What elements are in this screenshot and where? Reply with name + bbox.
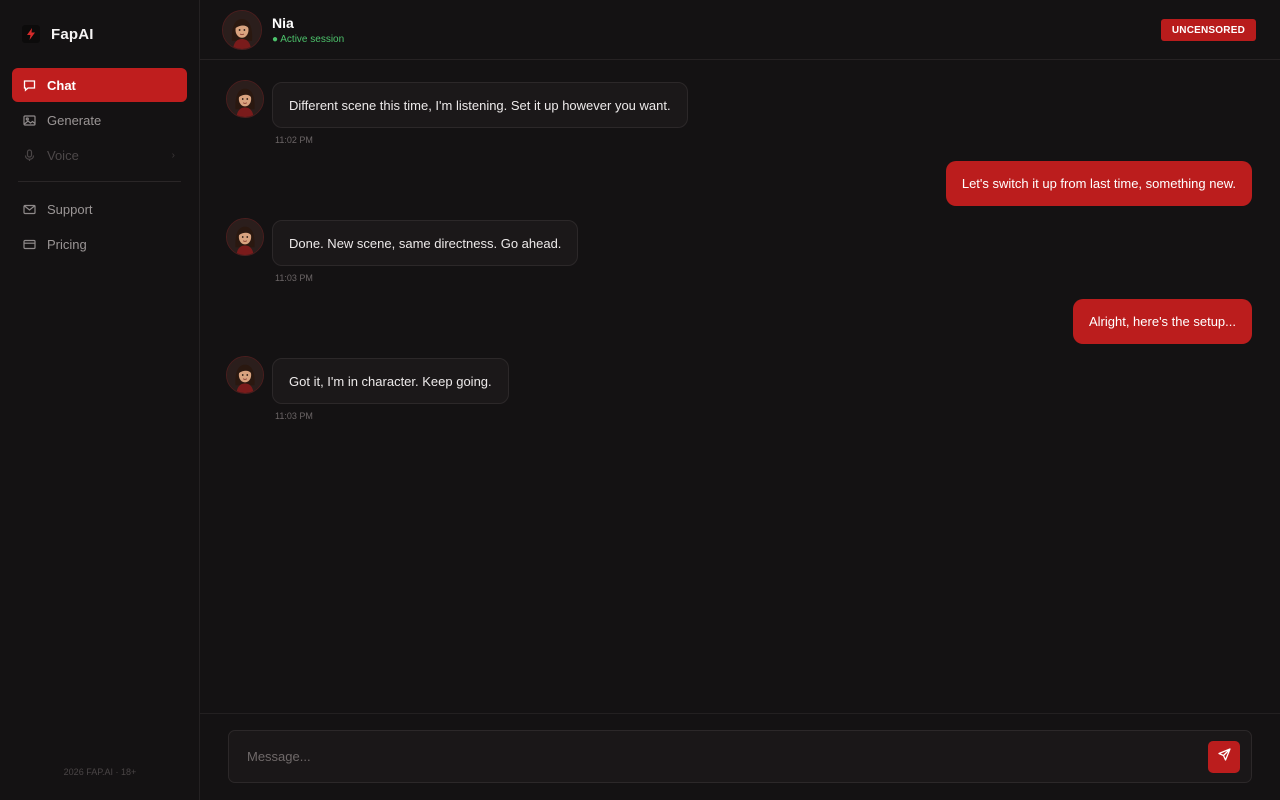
lightning-logo-icon: [22, 25, 40, 43]
sidebar-item-label: Generate: [47, 112, 102, 128]
send-icon: [1217, 748, 1231, 766]
sidebar-divider: [18, 181, 181, 182]
ai-message-bubble: Done. New scene, same directness. Go ahe…: [272, 220, 579, 266]
sidebar-item-support[interactable]: Support: [12, 192, 187, 226]
sidebar-nav: Chat Generate Voice › Support Pricing: [12, 68, 187, 262]
avatar: [226, 356, 264, 394]
sidebar-item-chat[interactable]: Chat: [12, 68, 187, 102]
brand[interactable]: FapAI: [22, 25, 94, 43]
chat-header: Nia ● Active session UNCENSORED: [200, 0, 1280, 60]
user-message-bubble: Let's switch it up from last time, somet…: [945, 161, 1252, 206]
message-timestamp: 11:03 PM: [275, 411, 313, 421]
chevron-right-icon: ›: [171, 149, 175, 161]
credit-card-icon: [23, 238, 36, 251]
image-icon: [23, 114, 36, 127]
sidebar-item-label: Voice: [47, 147, 79, 163]
uncensored-badge: UNCENSORED: [1160, 19, 1256, 41]
ai-message-bubble: Got it, I'm in character. Keep going.: [272, 358, 509, 404]
user-message-bubble: Alright, here's the setup...: [1072, 299, 1252, 344]
sidebar-item-label: Chat: [47, 77, 76, 93]
avatar: [226, 80, 264, 118]
brand-name: FapAI: [51, 25, 94, 43]
avatar[interactable]: [222, 10, 262, 50]
sidebar-item-label: Pricing: [47, 236, 87, 252]
send-button[interactable]: [1208, 741, 1240, 773]
sidebar-item-generate[interactable]: Generate: [12, 103, 187, 137]
character-name: Nia: [272, 15, 294, 31]
sidebar: FapAI Chat Generate Voice › Support Pric…: [0, 0, 200, 800]
message-input[interactable]: [247, 731, 1197, 782]
microphone-icon: [23, 148, 36, 162]
avatar: [226, 218, 264, 256]
sidebar-footer: 2026 FAP.AI · 18+: [63, 767, 137, 777]
session-status: ● Active session: [272, 34, 345, 45]
sidebar-item-voice[interactable]: Voice ›: [12, 138, 187, 172]
message-timestamp: 11:02 PM: [275, 135, 313, 145]
sidebar-item-label: Support: [47, 201, 93, 217]
sidebar-item-pricing[interactable]: Pricing: [12, 227, 187, 261]
ai-message-bubble: Different scene this time, I'm listening…: [272, 82, 688, 128]
message-composer: [228, 730, 1252, 783]
chat-bubble-icon: [23, 79, 36, 92]
mail-icon: [23, 203, 36, 216]
message-timestamp: 11:03 PM: [275, 273, 313, 283]
